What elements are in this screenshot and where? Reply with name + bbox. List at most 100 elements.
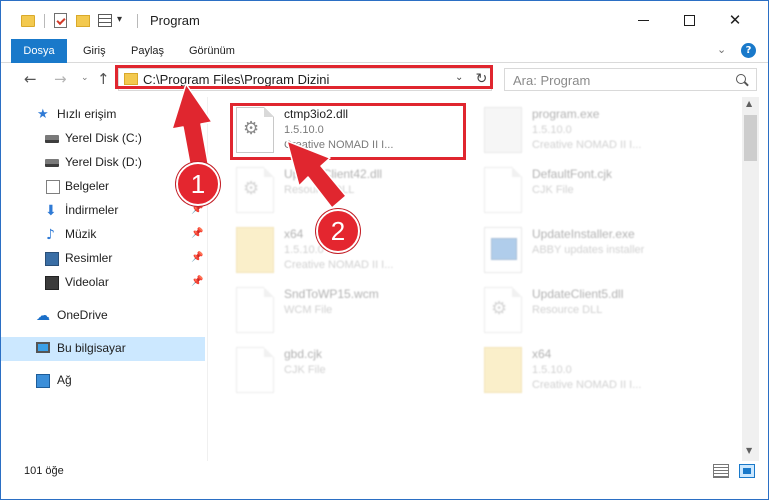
new-folder-icon[interactable] xyxy=(76,15,90,27)
file-version: 1.5.10.0 xyxy=(532,124,572,136)
divider xyxy=(137,14,138,28)
explorer-window: ▾ Program ✕ Dosya Giriş Paylaş Görünüm ⌄… xyxy=(0,0,769,500)
sidebar-item-disk-d[interactable]: Yerel Disk (D:) 📌 xyxy=(1,151,205,175)
dll-gear-icon xyxy=(484,287,522,333)
address-bar[interactable]: C:\Program Files\Program Dizini ⌄ xyxy=(118,68,474,91)
file-name: x64 xyxy=(532,347,552,361)
sidebar-item-label: Hızlı erişim xyxy=(57,107,117,121)
recent-locations-icon[interactable]: ⌄ xyxy=(81,73,89,83)
tab-file[interactable]: Dosya xyxy=(11,39,67,63)
pictures-icon xyxy=(45,252,59,266)
sidebar-item-disk-c[interactable]: Yerel Disk (C:) 📌 xyxy=(1,127,205,151)
file-name: program.exe xyxy=(532,107,600,121)
pin-icon: 📌 xyxy=(191,252,204,263)
file-version: 1.5.10.0 xyxy=(284,124,324,136)
file-type: Resource DLL xyxy=(532,304,603,316)
tab-view[interactable]: Görünüm xyxy=(189,39,235,63)
file-type: CJK File xyxy=(532,184,574,196)
scroll-down-icon[interactable]: ▼ xyxy=(746,446,752,455)
navigation-pane: ★ Hızlı erişim Yerel Disk (C:) 📌 Yerel D… xyxy=(1,97,207,461)
folder-icon xyxy=(236,227,274,273)
large-icons-view-icon[interactable] xyxy=(739,464,755,478)
window-title: Program xyxy=(150,13,200,28)
sidebar-item-videos[interactable]: Videolar 📌 xyxy=(1,271,205,295)
sidebar-item-label: OneDrive xyxy=(57,308,108,322)
scroll-up-icon[interactable]: ▲ xyxy=(746,99,752,108)
exe-icon xyxy=(484,107,522,153)
folder-icon xyxy=(21,15,35,27)
tab-share[interactable]: Paylaş xyxy=(131,39,164,63)
folder-icon xyxy=(484,347,522,393)
file-description: Creative NOMAD II I... xyxy=(284,139,394,151)
file-item[interactable]: program.exe 1.5.10.0 Creative NOMAD II I… xyxy=(484,105,724,163)
file-item[interactable]: UpdateInstaller.exe ABBY updates install… xyxy=(484,225,724,283)
file-icon xyxy=(484,167,522,213)
file-name: gbd.cjk xyxy=(284,347,323,361)
chevron-down-icon[interactable]: ▾ xyxy=(117,14,122,25)
file-name: UpdateClient5.dll xyxy=(532,287,624,301)
pin-icon: 📌 xyxy=(191,228,204,239)
sidebar-item-documents[interactable]: Belgeler 📌 xyxy=(1,175,205,199)
file-item[interactable]: ctmp3io2.dll 1.5.10.0 Creative NOMAD II … xyxy=(236,105,476,163)
divider xyxy=(44,14,45,28)
file-item[interactable]: SndToWP15.wcm WCM File xyxy=(236,285,476,343)
file-name: DefaultFont.cjk xyxy=(532,167,613,181)
minimize-button[interactable] xyxy=(620,1,666,39)
sidebar-item-this-pc[interactable]: Bu bilgisayar xyxy=(1,337,205,361)
refresh-icon: ↻ xyxy=(475,71,488,87)
videos-icon xyxy=(45,276,59,290)
file-type: Resource DLL xyxy=(284,184,355,196)
file-item[interactable]: UpdateClient42.dll Resource DLL xyxy=(236,165,476,223)
file-item[interactable]: x64 1.5.10.0 Creative NOMAD II I... xyxy=(484,345,724,403)
file-item[interactable]: DefaultFont.cjk CJK File xyxy=(484,165,724,223)
disk-icon xyxy=(45,135,59,143)
file-name: x64 xyxy=(284,227,304,241)
search-input[interactable]: Ara: Program xyxy=(504,68,757,91)
network-icon xyxy=(36,374,50,388)
dll-gear-icon xyxy=(236,167,274,213)
step-badge-2: 2 xyxy=(316,209,360,253)
file-icon xyxy=(236,347,274,393)
tab-home[interactable]: Giriş xyxy=(83,39,106,63)
help-icon[interactable]: ? xyxy=(741,43,756,58)
sidebar-item-label: İndirmeler xyxy=(65,203,119,217)
ribbon: Dosya Giriş Paylaş Görünüm ⌄ ? xyxy=(1,39,768,63)
file-item[interactable]: gbd.cjk CJK File xyxy=(236,345,476,403)
search-placeholder: Ara: Program xyxy=(513,73,591,88)
installer-icon xyxy=(484,227,522,273)
sidebar-item-downloads[interactable]: ⬇ İndirmeler 📌 xyxy=(1,199,205,223)
sidebar-item-pictures[interactable]: Resimler 📌 xyxy=(1,247,205,271)
details-view-icon[interactable] xyxy=(713,464,729,478)
file-type: CJK File xyxy=(284,364,326,376)
cloud-icon: ☁ xyxy=(36,308,50,324)
sidebar-item-network[interactable]: Ağ xyxy=(1,369,205,393)
vertical-scrollbar[interactable]: ▲ ▼ xyxy=(742,97,759,461)
back-arrow-icon[interactable]: ← xyxy=(24,70,37,88)
sidebar-item-quick-access[interactable]: ★ Hızlı erişim xyxy=(1,103,205,127)
chevron-down-icon[interactable]: ⌄ xyxy=(455,72,463,83)
sidebar-item-onedrive[interactable]: ☁ OneDrive xyxy=(1,304,205,328)
file-name: UpdateClient42.dll xyxy=(284,167,383,181)
up-arrow-icon[interactable]: ↑ xyxy=(97,70,110,88)
file-description: Creative NOMAD II I... xyxy=(284,259,394,271)
maximize-button[interactable] xyxy=(666,1,712,39)
file-name: SndToWP15.wcm xyxy=(284,287,379,301)
file-icon xyxy=(236,287,274,333)
properties-icon[interactable] xyxy=(54,13,67,28)
search-icon xyxy=(736,74,746,84)
refresh-button[interactable]: ↻ xyxy=(472,68,492,91)
sidebar-item-music[interactable]: ♪ Müzik 📌 xyxy=(1,223,205,247)
view-icon[interactable] xyxy=(98,14,112,27)
forward-arrow-icon[interactable]: → xyxy=(54,70,67,88)
star-icon: ★ xyxy=(37,107,49,122)
expand-ribbon-icon[interactable]: ⌄ xyxy=(717,43,726,56)
scrollbar-thumb[interactable] xyxy=(744,115,757,161)
file-item[interactable]: UpdateClient5.dll Resource DLL xyxy=(484,285,724,343)
sidebar-item-label: Yerel Disk (C:) xyxy=(65,131,142,145)
close-button[interactable]: ✕ xyxy=(712,1,758,39)
sidebar-item-label: Müzik xyxy=(65,227,97,241)
address-path[interactable]: C:\Program Files\Program Dizini xyxy=(143,72,329,87)
pin-icon: 📌 xyxy=(191,132,204,143)
sidebar-item-label: Bu bilgisayar xyxy=(57,341,126,355)
dll-gear-icon xyxy=(236,107,274,153)
